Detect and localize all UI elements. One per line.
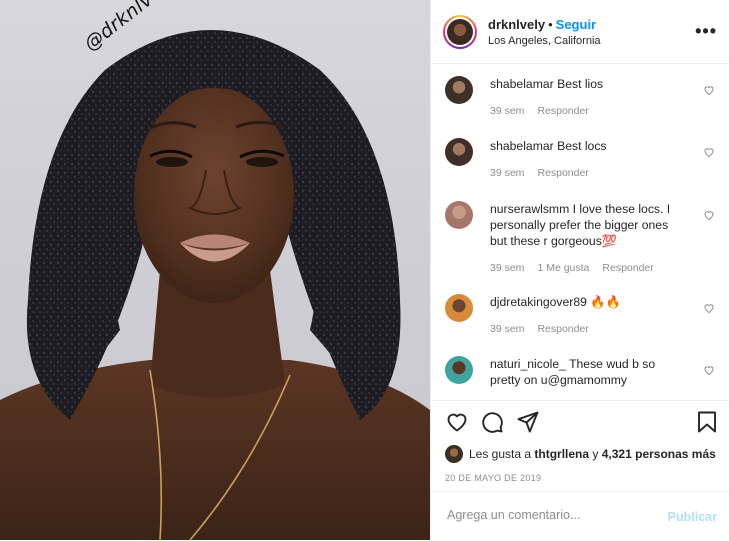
commenter-avatar[interactable]	[445, 294, 473, 322]
comment-input[interactable]	[445, 507, 649, 523]
post-header: drknlvely • Seguir Los Angeles, California…	[431, 0, 729, 64]
comment-content: Best locs	[557, 139, 607, 153]
commenter-username[interactable]: djdretakingover89	[490, 295, 587, 309]
more-horizontal-icon[interactable]: •••	[695, 22, 717, 40]
post-side-panel: drknlvely • Seguir Los Angeles, California…	[430, 0, 729, 540]
post-date[interactable]: 20 DE MAYO DE 2019	[445, 473, 541, 483]
post-location[interactable]: Los Angeles, California	[488, 35, 601, 47]
follow-button[interactable]: Seguir	[556, 17, 596, 32]
comment-heart-icon[interactable]	[703, 302, 715, 314]
author-info: drknlvely • Seguir Los Angeles, California	[488, 17, 601, 47]
comment-heart-icon[interactable]	[703, 364, 715, 376]
comment-meta: 39 sem Responder	[490, 105, 602, 117]
portrait-illustration	[0, 30, 430, 540]
author-avatar[interactable]	[443, 14, 477, 49]
separator-dot: •	[548, 16, 553, 32]
liker-username[interactable]: thtgrllena	[534, 447, 589, 461]
comment-text: djdretakingover89 🔥🔥	[490, 294, 686, 310]
reply-button[interactable]: Responder	[537, 167, 588, 179]
commenter-avatar[interactable]	[445, 201, 473, 229]
comment-content: 🔥🔥	[590, 295, 621, 309]
comment-time: 39 sem	[490, 323, 525, 335]
commenter-username[interactable]: shabelamar	[490, 139, 554, 153]
comment-heart-icon[interactable]	[703, 84, 715, 96]
comment-meta: 39 sem 1 Me gusta Responder	[490, 262, 667, 274]
commenter-avatar[interactable]	[445, 356, 473, 384]
likes-connector: y	[592, 447, 599, 461]
author-avatar-image	[447, 18, 473, 45]
reply-button[interactable]: Responder	[537, 323, 588, 335]
comment-content: Best lios	[557, 77, 604, 91]
comment-meta: 39 sem Responder	[490, 323, 602, 335]
likes-prefix: Les gusta a	[469, 447, 532, 461]
likes-summary: Les gusta a thtgrllena y 4,321 personas …	[445, 445, 716, 463]
comment-text: nurserawlsmm I love these locs. I person…	[490, 201, 686, 249]
reply-button[interactable]: Responder	[602, 262, 653, 274]
heart-icon[interactable]	[445, 410, 469, 434]
comment-heart-icon[interactable]	[703, 146, 715, 158]
comment-time: 39 sem	[490, 262, 525, 274]
instagram-post-view: @drknlvely drknlvely • Seguir Los Angeles,…	[0, 0, 729, 540]
comment-text: shabelamar Best lios	[490, 76, 686, 92]
commenter-username[interactable]: naturi_nicole_	[490, 357, 566, 371]
comment-text: shabelamar Best locs	[490, 138, 686, 154]
comment-time: 39 sem	[490, 167, 525, 179]
action-icon-row	[445, 410, 717, 436]
comment-heart-icon[interactable]	[703, 209, 715, 221]
likes-others-link[interactable]: 4,321 personas más	[602, 447, 716, 461]
liker-avatar[interactable]	[445, 445, 463, 463]
author-username[interactable]: drknlvely	[488, 17, 545, 32]
commenter-username[interactable]: nurserawlsmm	[490, 202, 569, 216]
commenter-avatar[interactable]	[445, 138, 473, 166]
commenter-username[interactable]: shabelamar	[490, 77, 554, 91]
add-comment-bar: Publicar	[431, 491, 729, 541]
bookmark-icon[interactable]	[695, 410, 719, 434]
commenter-avatar[interactable]	[445, 76, 473, 104]
reply-button[interactable]: Responder	[537, 105, 588, 117]
comment-meta: 39 sem Responder	[490, 167, 602, 179]
comment-likes-count[interactable]: 1 Me gusta	[537, 262, 589, 274]
share-icon[interactable]	[516, 410, 540, 434]
comment-text: naturi_nicole_ These wud b so pretty on …	[490, 356, 686, 388]
post-actions: Les gusta a thtgrllena y 4,321 personas …	[431, 400, 729, 541]
comment-time: 39 sem	[490, 105, 525, 117]
post-photo[interactable]: @drknlvely	[0, 0, 430, 540]
comments-list[interactable]: shabelamar Best lios 39 sem Responder sha…	[431, 65, 729, 400]
publish-button[interactable]: Publicar	[668, 510, 717, 524]
comment-icon[interactable]	[480, 410, 504, 434]
